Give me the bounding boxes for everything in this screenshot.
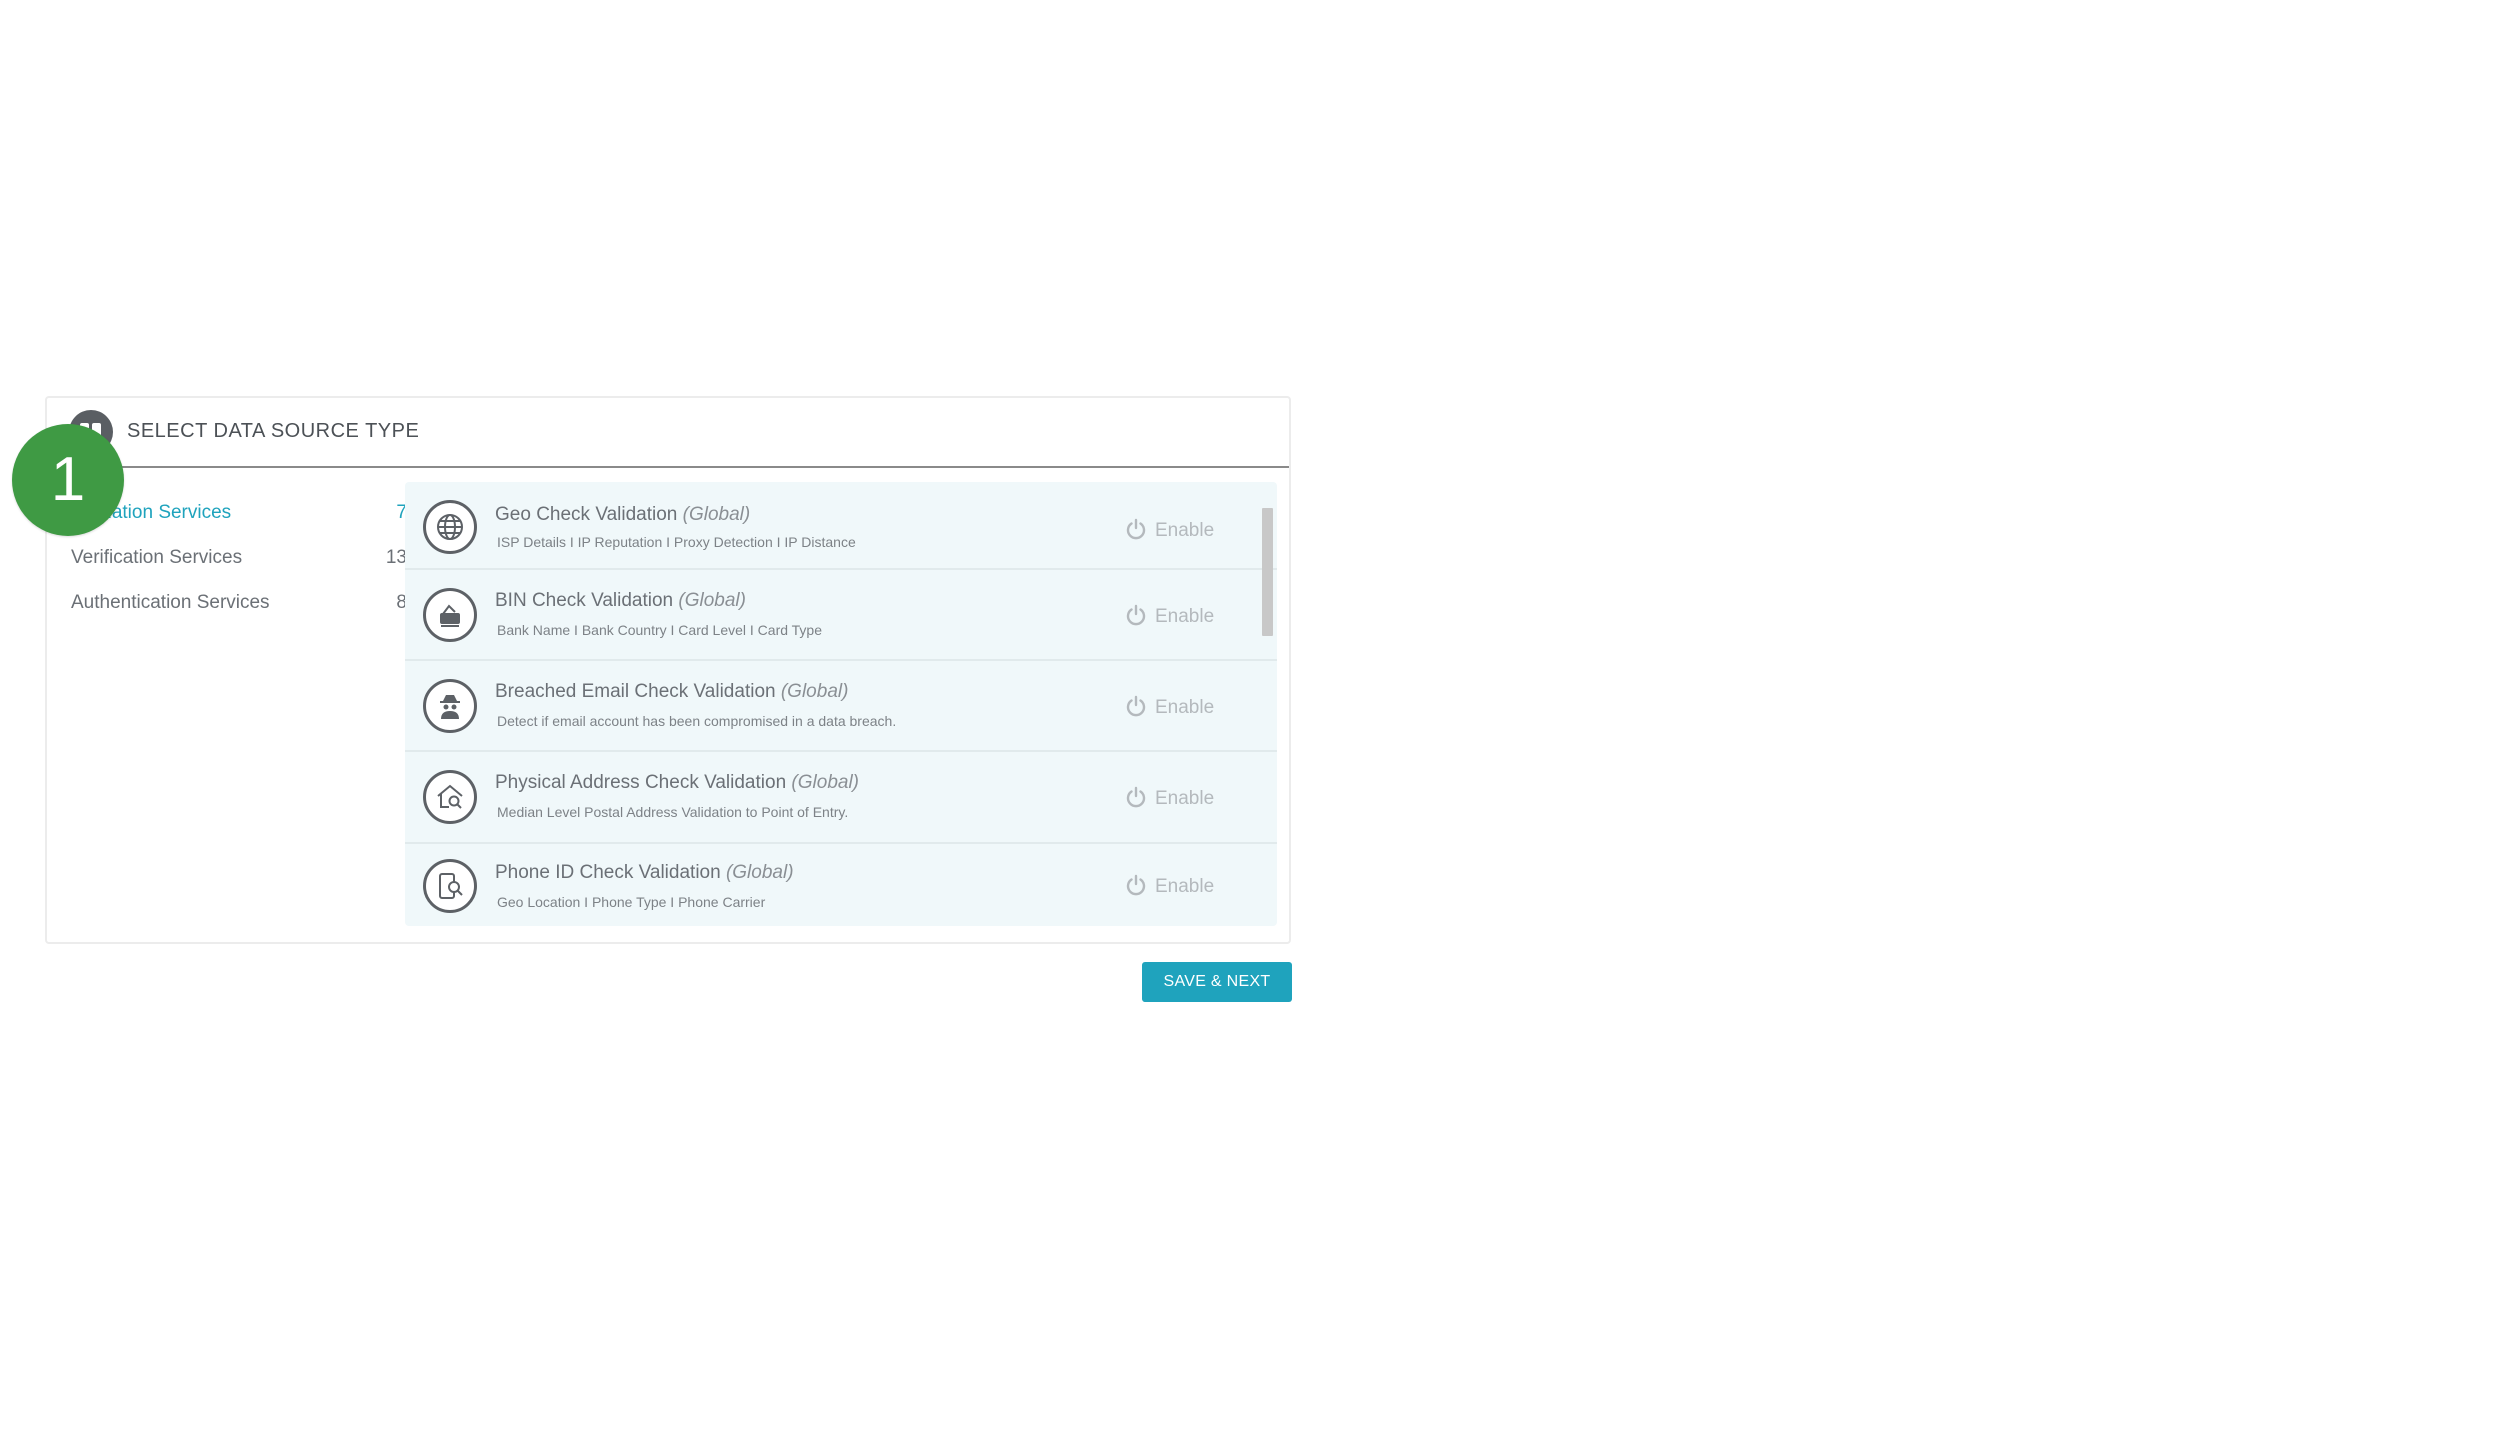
power-icon — [1126, 874, 1146, 896]
list-scrollbar[interactable] — [1262, 508, 1273, 636]
service-name: Phone ID Check Validation (Global) — [495, 862, 794, 884]
service-scope: (Global) — [678, 590, 746, 611]
service-row-bin-check: BIN Check Validation (Global) Bank Name … — [405, 570, 1277, 661]
service-row-geo-check: Geo Check Validation (Global) ISP Detail… — [405, 482, 1277, 570]
service-scope: (Global) — [791, 772, 859, 793]
globe-icon — [423, 500, 477, 554]
house-search-icon — [423, 770, 477, 824]
power-icon — [1126, 695, 1146, 717]
enable-label: Enable — [1155, 697, 1215, 718]
service-description: Geo Location I Phone Type I Phone Carrie… — [497, 894, 766, 910]
service-name: Physical Address Check Validation (Globa… — [495, 772, 859, 794]
step-number-badge: 1 — [12, 424, 124, 536]
panel-header: SELECT DATA SOURCE TYPE — [47, 398, 1289, 468]
category-item-validation[interactable]: Validation Services 7 — [71, 494, 431, 539]
power-icon — [1126, 518, 1146, 540]
service-title: Physical Address Check Validation — [495, 772, 787, 793]
data-source-panel: SELECT DATA SOURCE TYPE Validation Servi… — [45, 396, 1291, 944]
category-count: 13 — [385, 547, 407, 568]
service-title: Breached Email Check Validation — [495, 681, 776, 702]
enable-label: Enable — [1155, 606, 1215, 627]
service-description: ISP Details I IP Reputation I Proxy Dete… — [497, 534, 856, 550]
enable-label: Enable — [1155, 520, 1215, 541]
spy-icon — [423, 679, 477, 733]
service-row-phone-id: Phone ID Check Validation (Global) Geo L… — [405, 844, 1277, 926]
save-next-button[interactable]: SAVE & NEXT — [1142, 962, 1292, 1002]
service-description: Bank Name I Bank Country I Card Level I … — [497, 622, 823, 638]
enable-toggle[interactable]: Enable — [1125, 518, 1214, 542]
card-icon — [423, 588, 477, 642]
phone-search-icon — [423, 859, 477, 913]
panel-title: SELECT DATA SOURCE TYPE — [127, 420, 420, 442]
power-icon — [1126, 604, 1146, 626]
category-list: Validation Services 7 Verification Servi… — [71, 494, 431, 629]
service-description: Detect if email account has been comprom… — [497, 713, 897, 729]
power-icon — [1126, 786, 1146, 808]
service-list: Geo Check Validation (Global) ISP Detail… — [405, 482, 1277, 926]
service-scope: (Global) — [725, 862, 794, 883]
service-scope: (Global) — [682, 504, 751, 525]
enable-toggle[interactable]: Enable — [1125, 874, 1214, 898]
service-title: Phone ID Check Validation — [495, 862, 721, 883]
category-item-verification[interactable]: Verification Services 13 — [71, 539, 431, 584]
category-label: Verification Services — [71, 547, 243, 568]
service-name: Breached Email Check Validation (Global) — [495, 681, 848, 703]
service-title: Geo Check Validation — [495, 504, 678, 525]
service-row-breached-email: Breached Email Check Validation (Global)… — [405, 661, 1277, 752]
category-label: Authentication Services — [71, 592, 270, 613]
service-title: BIN Check Validation — [495, 590, 674, 611]
category-item-authentication[interactable]: Authentication Services 8 — [71, 584, 431, 629]
service-name: BIN Check Validation (Global) — [495, 590, 746, 612]
enable-toggle[interactable]: Enable — [1125, 695, 1214, 719]
enable-label: Enable — [1155, 788, 1215, 809]
enable-label: Enable — [1155, 876, 1215, 897]
enable-toggle[interactable]: Enable — [1125, 786, 1214, 810]
enable-toggle[interactable]: Enable — [1125, 604, 1214, 628]
service-description: Median Level Postal Address Validation t… — [497, 804, 849, 820]
service-scope: (Global) — [780, 681, 849, 702]
service-name: Geo Check Validation (Global) — [495, 504, 750, 526]
service-row-physical-address: Physical Address Check Validation (Globa… — [405, 752, 1277, 844]
